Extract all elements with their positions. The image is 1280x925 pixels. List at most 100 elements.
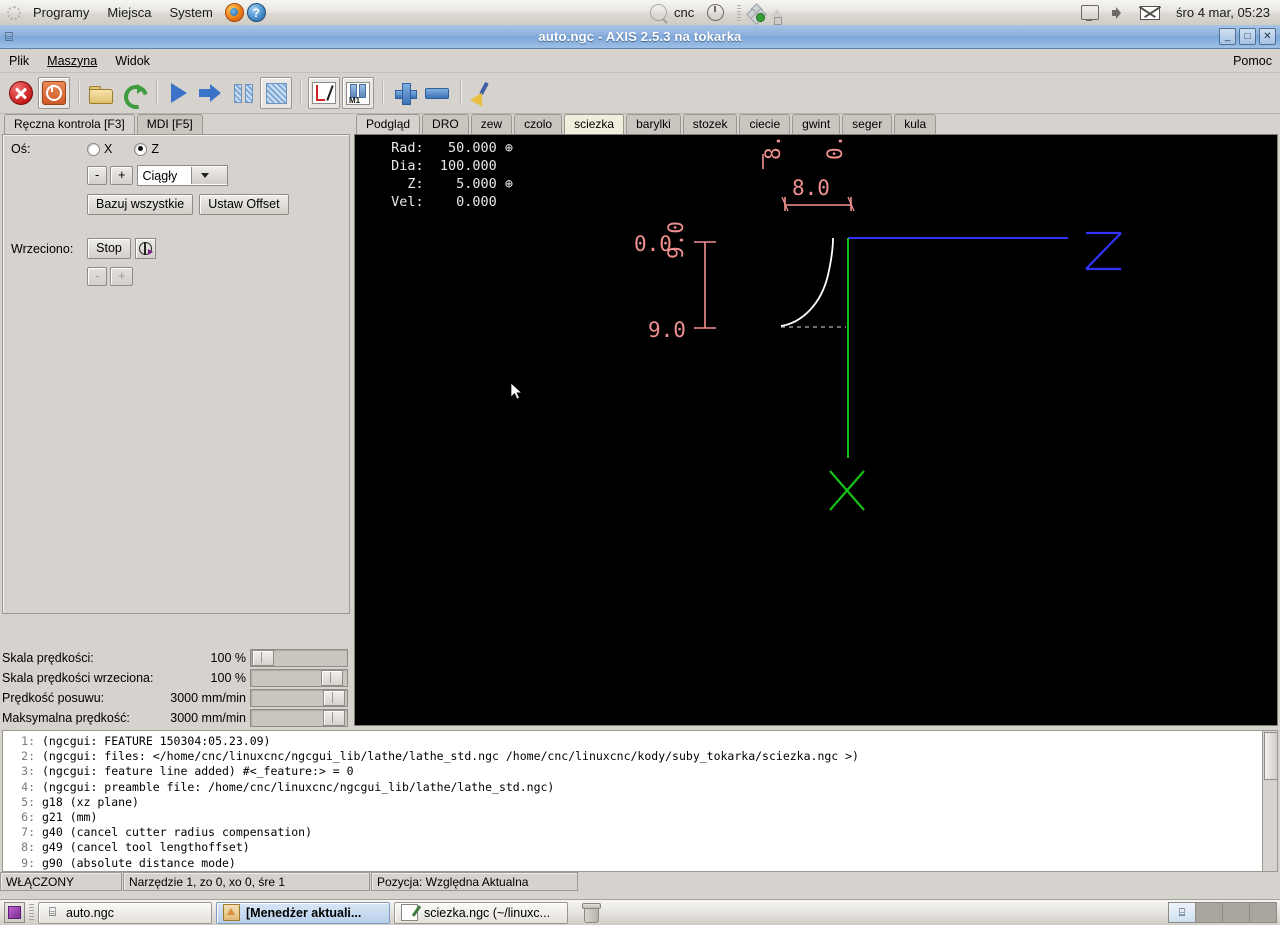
plot-tab-ciecie[interactable]: ciecie: [739, 114, 791, 134]
taskbar-grip: [29, 903, 34, 922]
gcode-line-number: 5:: [21, 794, 35, 809]
gcode-line[interactable]: 1: (ngcgui: FEATURE 150304:05.23.09): [5, 734, 1277, 749]
gcode-line[interactable]: 8: g49 (cancel tool lengthoffset): [5, 840, 1277, 855]
gcode-line[interactable]: 3: (ngcgui: feature line added) #<_featur…: [5, 764, 1277, 779]
feed-scale-slider[interactable]: [250, 649, 348, 667]
show-desktop-icon[interactable]: [4, 902, 25, 923]
menu-widok[interactable]: Widok: [106, 52, 159, 70]
plot-tab-gwint[interactable]: gwint: [792, 114, 841, 134]
plot-tab-stozek[interactable]: stozek: [682, 114, 738, 134]
plot-tab-podgl-d[interactable]: Podgląd: [356, 114, 421, 135]
zoom-out-button[interactable]: [422, 78, 452, 108]
jog-mode-select[interactable]: Ciągły: [137, 165, 229, 186]
stop-program-button[interactable]: [260, 77, 292, 109]
task-sciezka-ngc[interactable]: sciezka.ngc (~/linuxc...: [394, 901, 568, 924]
task-update-manager[interactable]: [Menedżer aktuali...: [216, 901, 390, 924]
toolbar-separator: [460, 81, 462, 105]
pause-icon: [233, 83, 253, 103]
minimize-button[interactable]: _: [1219, 28, 1236, 45]
run-program-button[interactable]: [164, 78, 194, 108]
plot-tab-dro[interactable]: DRO: [422, 114, 469, 134]
feed-scale-value: 100 %: [210, 651, 246, 665]
firefox-icon[interactable]: [224, 3, 244, 22]
zoom-in-button[interactable]: [390, 78, 420, 108]
machine-power-button[interactable]: [38, 77, 70, 109]
plot-tab-kula[interactable]: kula: [894, 114, 937, 134]
gcode-line-text: (ngcgui: feature line added) #<_feature:…: [42, 764, 354, 779]
power-icon[interactable]: [707, 4, 725, 21]
plot-tab-zew[interactable]: zew: [470, 114, 513, 134]
menu-maszyna[interactable]: Maszyna: [38, 52, 106, 70]
optional-stop-button[interactable]: M1: [342, 77, 374, 109]
workspace-switcher[interactable]: ⌸: [1168, 902, 1277, 923]
menu-plik[interactable]: Plik: [0, 52, 38, 70]
gcode-line[interactable]: 2: (ngcgui: files: </home/cnc/linuxcnc/ng…: [5, 749, 1277, 764]
spindle-minus-button[interactable]: -: [87, 267, 108, 286]
plot-tab-czolo[interactable]: czolo: [514, 114, 563, 134]
axis-task-icon: ⌸: [48, 905, 57, 919]
workspace-2[interactable]: [1196, 903, 1223, 922]
spindle-stop-button[interactable]: Stop: [87, 238, 131, 259]
mail-icon[interactable]: [1140, 5, 1161, 20]
trash-icon[interactable]: [582, 902, 601, 923]
jog-plus-button[interactable]: +: [110, 166, 134, 185]
gcode-listing[interactable]: 1: (ngcgui: FEATURE 150304:05.23.09) 2: (ng…: [2, 730, 1278, 872]
menu-programy[interactable]: Programy: [24, 2, 98, 24]
spindle-scale-slider[interactable]: [250, 669, 348, 687]
axis-menubar: Plik Maszyna Widok Pomoc: [0, 49, 1280, 73]
volume-icon[interactable]: [1111, 6, 1128, 20]
home-all-button[interactable]: Bazuj wszystkie: [87, 194, 194, 215]
estop-button[interactable]: [6, 78, 36, 108]
plot-tab-seger[interactable]: seger: [842, 114, 893, 134]
cnc-search-icon[interactable]: [650, 4, 667, 21]
open-file-button[interactable]: [86, 78, 116, 108]
menu-system[interactable]: System: [160, 2, 221, 24]
set-offset-button[interactable]: Ustaw Offset: [199, 194, 289, 215]
gcode-line[interactable]: 5: g18 (xz plane): [5, 795, 1277, 810]
close-button[interactable]: ✕: [1259, 28, 1276, 45]
tab-manual-control[interactable]: Ręczna kontrola [F3]: [4, 114, 135, 135]
gcode-line-text: g21 (mm): [42, 810, 98, 825]
broom-icon: [471, 82, 495, 104]
radio-axis-x[interactable]: [87, 142, 100, 156]
jog-minus-button[interactable]: -: [87, 166, 108, 185]
gcode-line[interactable]: 9: g90 (absolute distance mode): [5, 856, 1277, 871]
pause-program-button[interactable]: [228, 78, 258, 108]
clock[interactable]: śro 4 mar, 05:23: [1172, 5, 1278, 20]
block-delete-button[interactable]: [308, 77, 340, 109]
maximize-button[interactable]: □: [1239, 28, 1256, 45]
spindle-label: Wrzeciono:: [11, 241, 74, 256]
workspace-3[interactable]: [1223, 903, 1250, 922]
gcode-line[interactable]: 6: g21 (mm): [5, 810, 1277, 825]
slider-row-feed-scale: Skala prędkości: 100 %: [0, 648, 352, 668]
display-icon[interactable]: [1081, 5, 1100, 21]
gcode-line-text: g40 (cancel cutter radius compensation): [42, 825, 313, 840]
workspace-1[interactable]: ⌸: [1169, 903, 1196, 922]
workspace-4[interactable]: [1250, 903, 1276, 922]
feed-rate-slider[interactable]: [250, 689, 348, 707]
spindle-plus-button[interactable]: +: [110, 267, 134, 286]
task-auto-ngc[interactable]: ⌸ auto.ngc: [38, 901, 212, 924]
gcode-scrollbar[interactable]: [1262, 731, 1277, 871]
dropbox-icon[interactable]: [746, 2, 768, 25]
help-icon[interactable]: ?: [246, 3, 266, 22]
reload-file-button[interactable]: [118, 78, 148, 108]
menu-miejsca[interactable]: Miejsca: [98, 2, 160, 24]
task-label: sciezka.ngc (~/linuxc...: [424, 905, 551, 920]
gcode-line[interactable]: 7: g40 (cancel cutter radius compensation…: [5, 825, 1277, 840]
gcode-preview-plot[interactable]: Rad: 50.000 ⊕ Dia: 100.000 Z: 5.000 ⊕ Ve…: [354, 134, 1278, 726]
plot-pane: Podgląd DRO zew czolo sciezka barylki stozek ci…: [352, 114, 1280, 728]
plot-tab-barylki[interactable]: barylki: [626, 114, 681, 134]
spindle-direction-icon[interactable]: [135, 238, 156, 259]
step-program-button[interactable]: [196, 78, 226, 108]
tab-mdi[interactable]: MDI [F5]: [136, 114, 203, 134]
window-titlebar[interactable]: ⌸ auto.ngc - AXIS 2.5.3 na tokarka _ □ ✕: [0, 25, 1280, 49]
menu-pomoc[interactable]: Pomoc: [1233, 54, 1272, 68]
gcode-line[interactable]: 4: (ngcgui: preamble file: /home/cnc/linu…: [5, 780, 1277, 795]
plot-tab-sciezka[interactable]: sciezka: [564, 114, 625, 134]
update-manager-icon[interactable]: [771, 8, 784, 25]
chevron-down-icon[interactable]: [191, 167, 228, 184]
clear-plot-button[interactable]: [468, 78, 498, 108]
radio-axis-z[interactable]: [134, 142, 148, 156]
max-velocity-slider[interactable]: [250, 709, 348, 727]
